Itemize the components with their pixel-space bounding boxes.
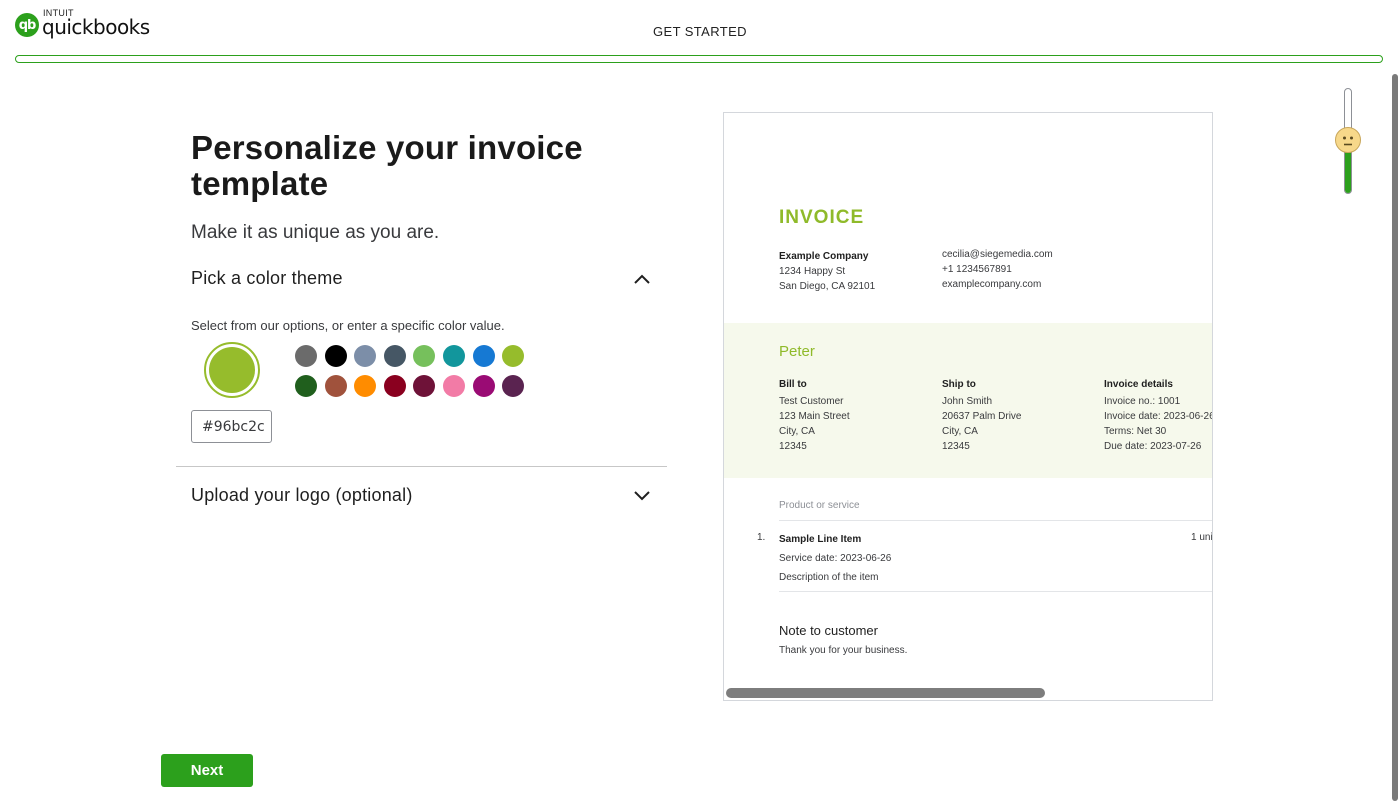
note-text: Thank you for your business. — [779, 645, 908, 656]
color-swatch-11[interactable] — [354, 375, 377, 397]
selected-color-swatch — [204, 342, 260, 398]
logo-intuit-text: INTUIT — [43, 8, 74, 18]
chevron-down-icon[interactable] — [633, 487, 651, 505]
color-theme-section-header[interactable]: Pick a color theme — [191, 268, 651, 289]
invoice-title: INVOICE — [779, 207, 865, 228]
line-item-index: 1. — [757, 532, 766, 543]
color-swatch-13[interactable] — [413, 375, 436, 397]
company-block: Example Company 1234 Happy St San Diego,… — [779, 251, 876, 292]
table-divider — [779, 520, 1212, 521]
color-swatch-4[interactable] — [383, 345, 406, 367]
color-swatch-10[interactable] — [324, 375, 347, 397]
upload-logo-section-header[interactable]: Upload your logo (optional) — [191, 485, 651, 506]
color-swatch-12[interactable] — [383, 375, 406, 397]
page-subtitle: Make it as unique as you are. — [191, 222, 440, 243]
page-scrollbar[interactable] — [1392, 74, 1398, 801]
color-swatch-9[interactable] — [295, 375, 317, 397]
line-item: Sample Line Item Service date: 2023-06-2… — [779, 534, 892, 583]
ship-to-block: Ship to John Smith 20637 Palm Drive City… — [942, 379, 1022, 452]
chevron-up-icon[interactable] — [633, 270, 651, 288]
line-item-qty: 1 uni — [1191, 532, 1213, 543]
section-divider — [176, 466, 667, 467]
invoice-preview: INVOICE Example Company 1234 Happy St Sa… — [723, 112, 1213, 701]
color-swatch-16[interactable] — [502, 375, 525, 397]
preview-horizontal-scrollbar[interactable] — [726, 688, 1045, 698]
color-swatch-3[interactable] — [354, 345, 377, 367]
color-swatch-15[interactable] — [472, 375, 495, 397]
contact-block: cecilia@siegemedia.com +1 1234567891 exa… — [942, 249, 1053, 290]
color-swatch-8[interactable] — [502, 345, 525, 367]
note-title: Note to customer — [779, 623, 878, 638]
color-swatch-1[interactable] — [295, 345, 317, 367]
bill-to-block: Bill to Test Customer 123 Main Street Ci… — [779, 379, 850, 452]
customer-name: Peter — [779, 343, 815, 360]
color-theme-label: Pick a color theme — [191, 268, 343, 288]
color-swatch-5[interactable] — [413, 345, 436, 367]
color-hint: Select from our options, or enter a spec… — [191, 318, 505, 333]
upload-logo-label: Upload your logo (optional) — [191, 485, 413, 505]
product-column-header: Product or service — [779, 500, 860, 511]
progress-bar — [15, 55, 1383, 63]
color-swatch-7[interactable] — [472, 345, 495, 367]
color-swatch-14[interactable] — [442, 375, 465, 397]
header-title: GET STARTED — [653, 24, 747, 39]
settings-panel: Personalize your invoice template — [191, 130, 661, 202]
color-swatch-grid — [295, 345, 535, 397]
invoice-details-block: Invoice details Invoice no.: 1001 Invoic… — [1104, 379, 1213, 452]
next-button[interactable]: Next — [161, 754, 253, 787]
page-title: Personalize your invoice template — [191, 129, 583, 202]
color-swatch-2[interactable] — [324, 345, 347, 367]
color-swatch-6[interactable] — [442, 345, 465, 367]
table-divider — [779, 591, 1212, 592]
neutral-face-icon[interactable] — [1335, 127, 1361, 153]
hex-color-input[interactable] — [191, 410, 272, 443]
